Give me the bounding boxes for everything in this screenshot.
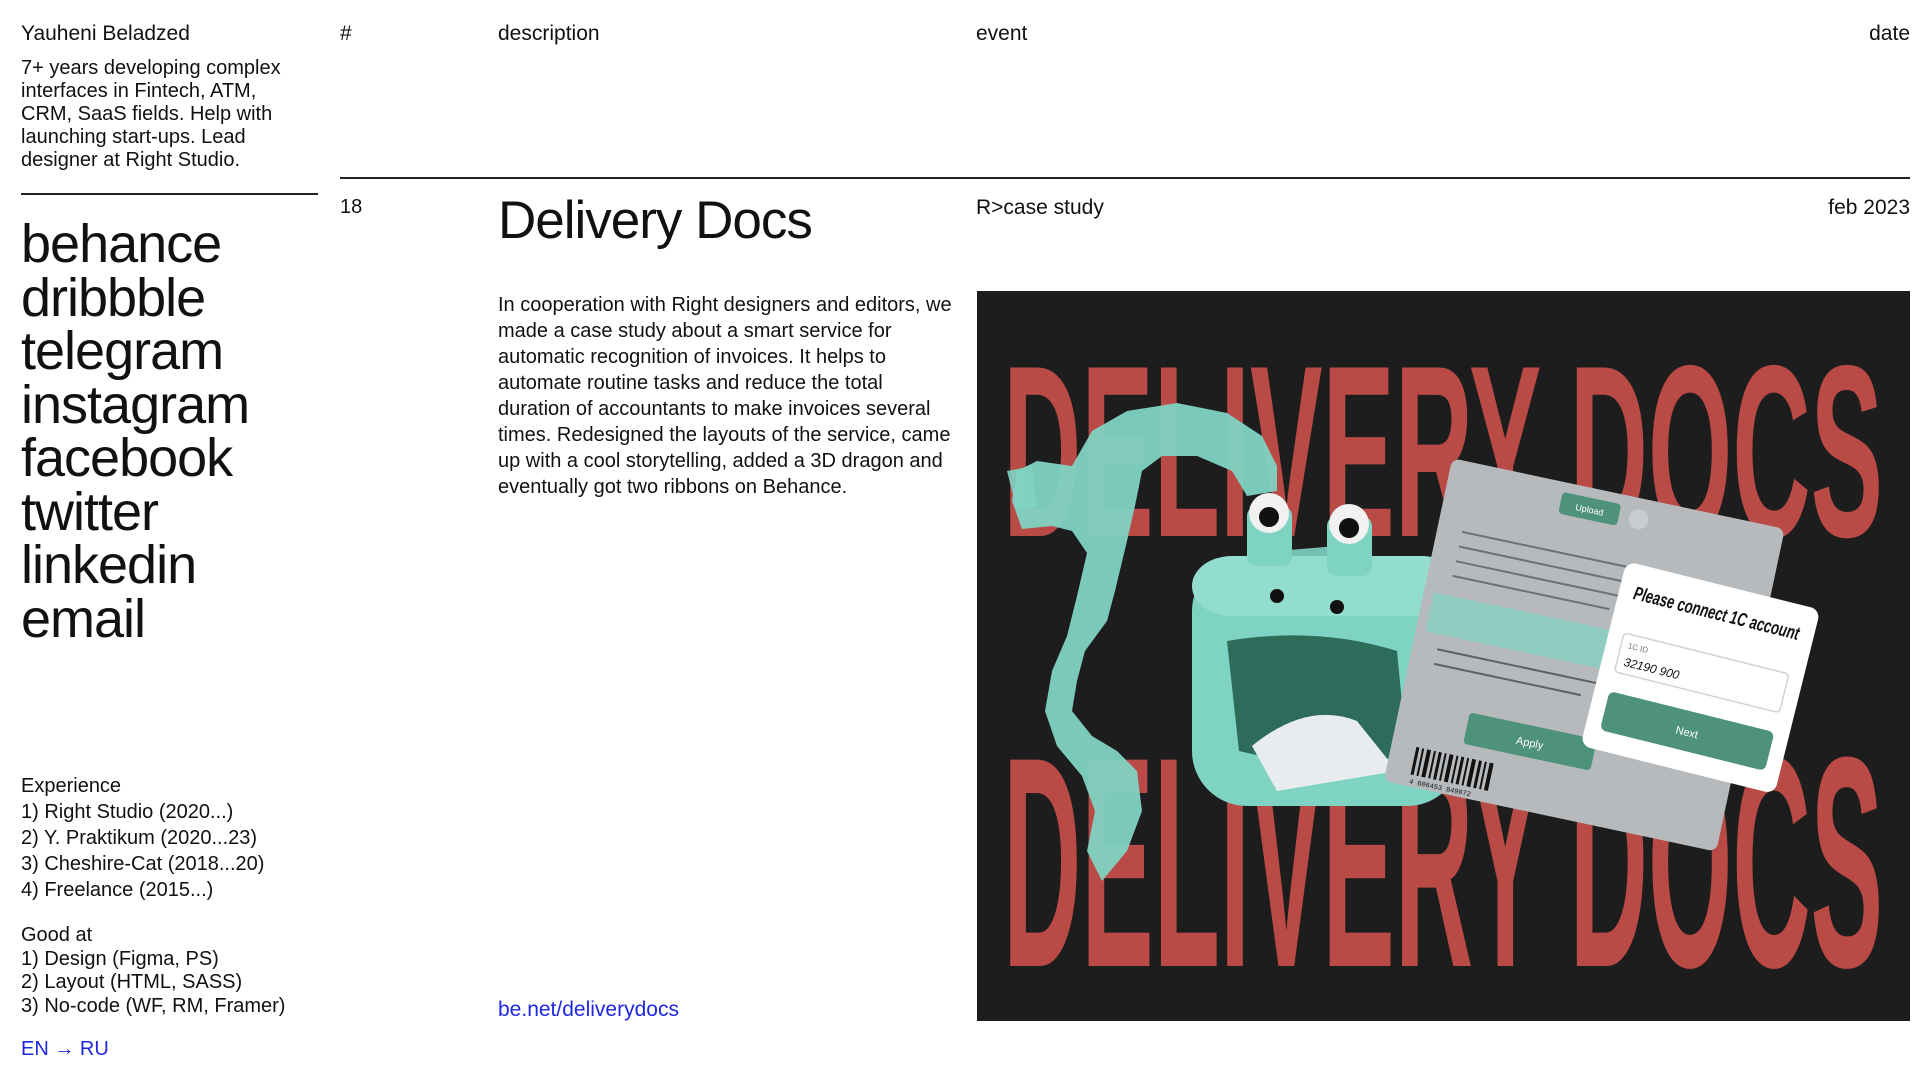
experience-item: 3) Cheshire-Cat (2018...20)	[21, 853, 265, 875]
link-dribbble[interactable]: dribbble	[21, 271, 249, 326]
entry-link[interactable]: be.net/deliverydocs	[498, 998, 679, 1021]
link-instagram[interactable]: instagram	[21, 378, 250, 433]
entry-date: feb 2023	[1828, 196, 1910, 219]
skills-heading: Good at	[21, 924, 93, 946]
column-header-description: description	[498, 22, 600, 45]
language-switch-link[interactable]: EN → RU	[21, 1038, 109, 1060]
column-header-event: event	[976, 22, 1028, 45]
skills-section: Good at 1) Design (Figma, PS) 2) Layout …	[21, 924, 285, 1018]
language-switch: EN → RU	[21, 1038, 109, 1061]
column-header-date: date	[1869, 22, 1910, 45]
experience-item: 1) Right Studio (2020...)	[21, 801, 234, 823]
experience-item: 2) Y. Praktikum (2020...23)	[21, 827, 258, 849]
author-name: Yauheni Beladzed	[21, 22, 190, 45]
link-behance[interactable]: behance	[21, 217, 249, 272]
experience-heading: Experience	[21, 775, 122, 797]
link-email[interactable]: email	[21, 592, 249, 647]
divider	[21, 193, 318, 195]
entry-number: 18	[340, 196, 363, 218]
author-bio: 7+ years developing complex interfaces i…	[21, 57, 281, 171]
cover-illustration: DELIVERY DOCS DELIVERY DOCS Upload Apply…	[977, 291, 1910, 1021]
entry-description: In cooperation with Right designers and …	[498, 294, 952, 498]
link-telegram[interactable]: telegram	[21, 324, 249, 379]
experience-item: 4) Freelance (2015...)	[21, 879, 214, 901]
link-linkedin[interactable]: linkedin	[21, 538, 249, 593]
social-links: behance dribbble telegram instagram face…	[21, 217, 250, 647]
header-divider	[340, 177, 1910, 179]
link-facebook[interactable]: facebook	[21, 431, 249, 486]
column-header-number: #	[340, 22, 352, 45]
skill-item: 1) Design (Figma, PS)	[21, 947, 219, 970]
case-study-cover-image[interactable]: DELIVERY DOCS DELIVERY DOCS Upload Apply…	[977, 291, 1910, 1021]
link-twitter[interactable]: twitter	[21, 485, 249, 540]
experience-section: Experience 1) Right Studio (2020...) 2) …	[21, 773, 264, 903]
skill-item: 2) Layout (HTML, SASS)	[21, 971, 243, 993]
entry-event: R>case study	[976, 196, 1104, 219]
entry-link-wrap: be.net/deliverydocs	[498, 998, 679, 1022]
skill-item: 3) No-code (WF, RM, Framer)	[21, 994, 286, 1017]
entry-title: Delivery Docs	[498, 191, 813, 250]
